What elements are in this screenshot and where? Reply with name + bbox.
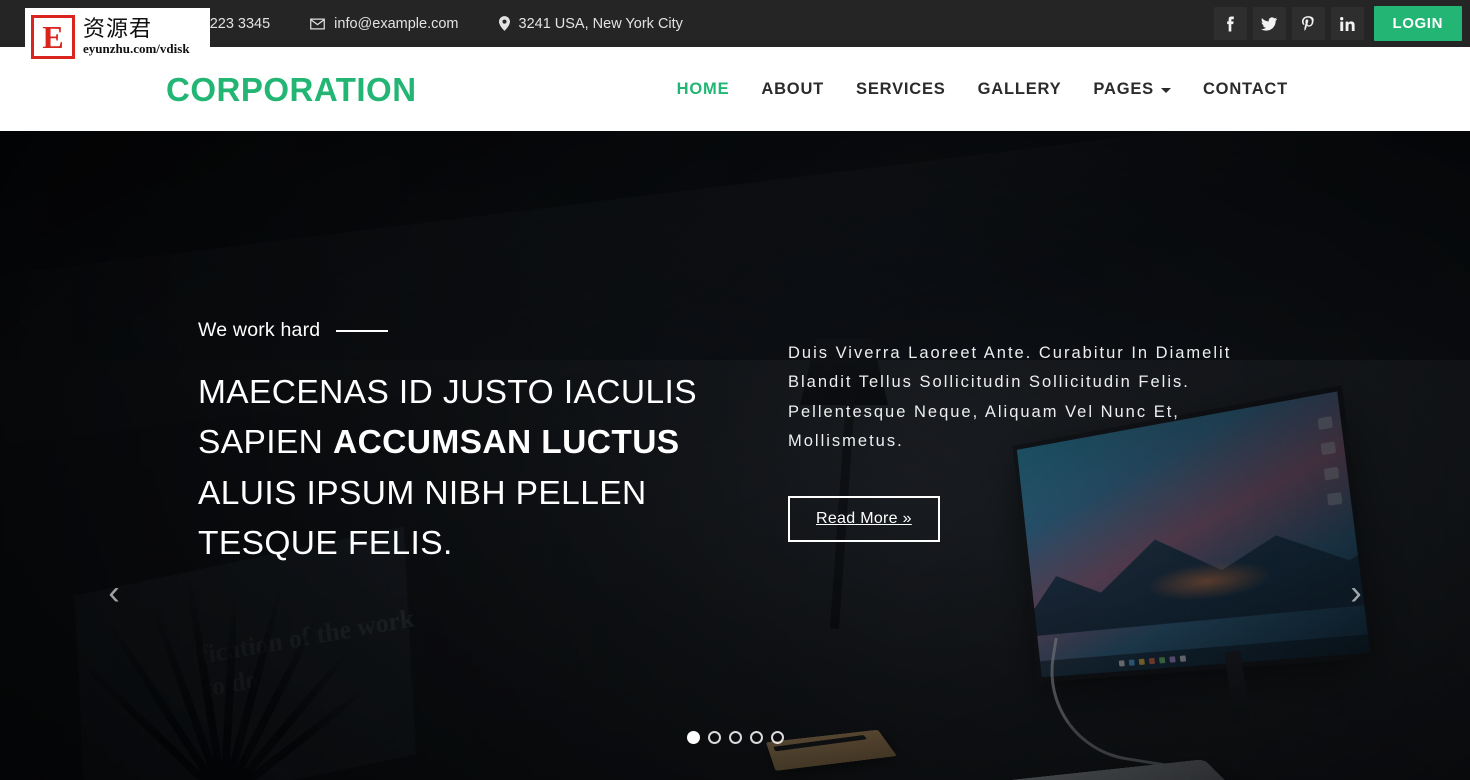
carousel-dot-3[interactable] — [728, 731, 742, 744]
top-bar-contact-group: +812 223 3345 info@example.com 3241 USA,… — [150, 16, 723, 32]
nav-label-gallery: GALLERY — [977, 79, 1062, 98]
brand-logo[interactable]: CORPORATION — [166, 73, 417, 106]
nav-label-services: SERVICES — [856, 79, 946, 98]
hero-carousel: fication of the work to do — [0, 131, 1470, 780]
twitter-icon[interactable] — [1252, 7, 1286, 40]
map-marker-icon — [498, 16, 510, 31]
hero-headline-part2: ALUIS IPSUM NIBH PELLEN TESQUE FELIS. — [198, 474, 647, 562]
read-more-button[interactable]: Read More » — [788, 496, 940, 543]
carousel-indicators — [0, 731, 1470, 744]
nav-item-home[interactable]: HOME — [661, 80, 746, 99]
nav-item-gallery[interactable]: GALLERY — [962, 80, 1078, 99]
main-navigation: HOME ABOUT SERVICES GALLERY PAGES CONTAC… — [661, 80, 1304, 99]
nav-item-about[interactable]: ABOUT — [745, 80, 840, 99]
nav-label-contact: CONTACT — [1202, 79, 1288, 98]
watermark-text-group: 资源君 eyunzhu.com/vdisk — [83, 18, 190, 57]
site-header: CORPORATION HOME ABOUT SERVICES GALLERY … — [0, 47, 1470, 131]
carousel-next-button[interactable]: › — [1334, 571, 1378, 615]
hero-kicker-text: We work hard — [198, 319, 321, 341]
envelope-icon — [310, 18, 326, 30]
hero-kicker: We work hard — [198, 319, 758, 342]
nav-item-contact[interactable]: CONTACT — [1187, 80, 1304, 99]
hero-left-column: We work hard MAECENAS ID JUSTO IACULIS S… — [198, 319, 758, 569]
nav-label-home: HOME — [676, 79, 730, 98]
pinterest-icon[interactable] — [1291, 7, 1325, 40]
linkedin-icon[interactable] — [1330, 7, 1364, 40]
email-info[interactable]: info@example.com — [310, 15, 459, 32]
watermark-chinese-text: 资源君 — [83, 16, 153, 42]
nav-item-services[interactable]: SERVICES — [840, 80, 962, 99]
login-button[interactable]: LOGIN — [1373, 6, 1462, 41]
watermark-logo-icon: E — [31, 15, 75, 59]
hero-kicker-line — [336, 329, 389, 332]
address-info[interactable]: 3241 USA, New York City — [498, 15, 683, 32]
watermark-url: eyunzhu.com/vdisk — [83, 40, 190, 56]
email-text: info@example.com — [334, 15, 459, 32]
facebook-icon[interactable] — [1213, 7, 1247, 40]
carousel-prev-button[interactable]: ‹ — [92, 571, 136, 615]
carousel-dot-5[interactable] — [770, 731, 784, 744]
page-root: +812 223 3345 info@example.com 3241 USA,… — [0, 0, 1470, 780]
hero-content: We work hard MAECENAS ID JUSTO IACULIS S… — [0, 131, 1470, 780]
nav-label-pages: PAGES — [1093, 79, 1154, 98]
address-text: 3241 USA, New York City — [518, 15, 683, 32]
nav-label-about: ABOUT — [761, 79, 825, 98]
chevron-down-icon — [1160, 88, 1171, 93]
top-bar: +812 223 3345 info@example.com 3241 USA,… — [0, 0, 1470, 47]
hero-right-column: Duis Viverra Laoreet Ante. Curabitur In … — [788, 319, 1258, 543]
watermark-overlay: E 资源君 eyunzhu.com/vdisk — [25, 8, 210, 66]
carousel-dot-4[interactable] — [749, 731, 763, 744]
carousel-dot-1[interactable] — [686, 731, 700, 744]
hero-paragraph: Duis Viverra Laoreet Ante. Curabitur In … — [788, 344, 1232, 451]
nav-item-pages[interactable]: PAGES — [1077, 80, 1187, 99]
hero-headline: MAECENAS ID JUSTO IACULIS SAPIEN ACCUMSA… — [198, 368, 758, 569]
carousel-dot-2[interactable] — [707, 731, 721, 744]
top-bar-actions: LOGIN — [1208, 6, 1462, 41]
hero-headline-bold: ACCUMSAN LUCTUS — [332, 424, 680, 462]
